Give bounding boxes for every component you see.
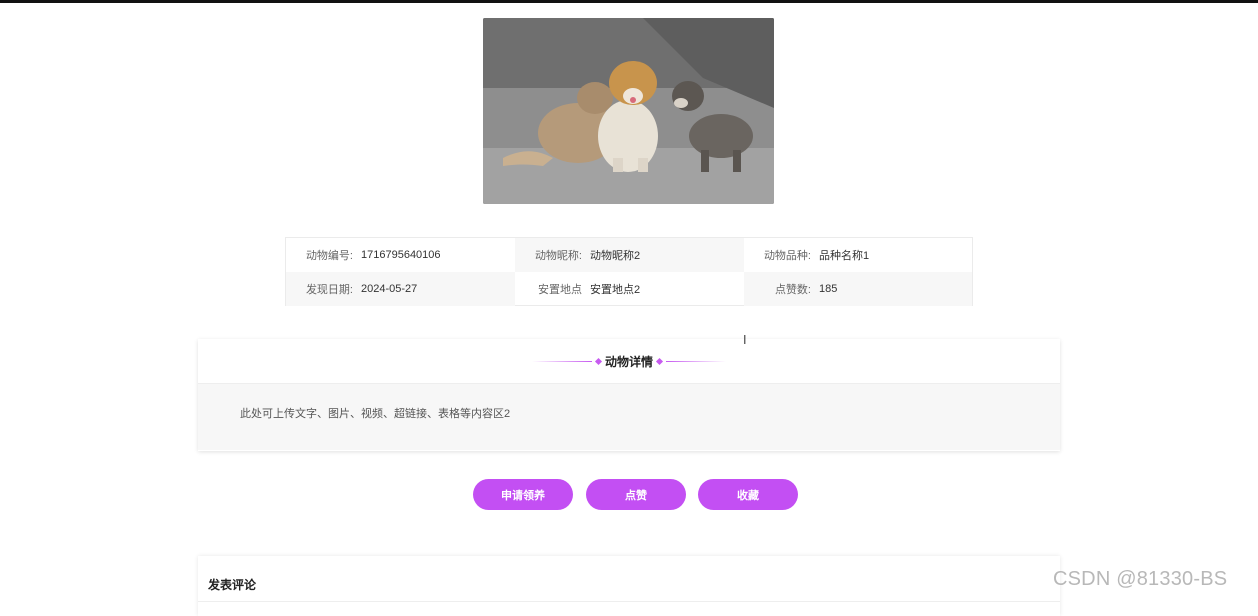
title-deco-line-left xyxy=(531,360,592,362)
info-nickname: 动物昵称: 动物昵称2 xyxy=(515,238,744,272)
info-found-date: 发现日期: 2024-05-27 xyxy=(286,272,515,306)
comment-panel: 发表评论 xyxy=(198,556,1060,616)
info-place-label: 安置地点 xyxy=(538,284,582,296)
apply-adopt-button[interactable]: 申请领养 xyxy=(473,479,573,510)
detail-header: 动物详情 xyxy=(198,339,1060,384)
detail-title: 动物详情 xyxy=(604,354,653,369)
info-likes: 点赞数: 185 xyxy=(744,272,972,306)
info-likes-value: 185 xyxy=(819,283,838,295)
animal-detail-panel: 动物详情 此处可上传文字、图片、视频、超链接、表格等内容区2 xyxy=(198,339,1060,451)
top-border xyxy=(0,0,1258,3)
info-breed-value: 品种名称1 xyxy=(819,250,870,262)
detail-content: 此处可上传文字、图片、视频、超链接、表格等内容区2 xyxy=(198,384,1060,450)
info-nickname-label: 动物昵称: xyxy=(534,250,582,262)
animal-photo xyxy=(483,18,774,204)
animal-info-table: 动物编号: 1716795640106 动物昵称: 动物昵称2 动物品种: 品种… xyxy=(285,237,973,306)
diamond-left-icon xyxy=(594,357,603,365)
info-number-value: 1716795640106 xyxy=(361,249,441,261)
info-number: 动物编号: 1716795640106 xyxy=(286,238,515,272)
info-place: 安置地点 安置地点2 xyxy=(515,272,744,306)
info-breed: 动物品种: 品种名称1 xyxy=(744,238,972,272)
watermark-text: CSDN @81330-BS xyxy=(1053,568,1228,590)
info-found-value: 2024-05-27 xyxy=(361,283,418,295)
info-found-label: 发现日期: xyxy=(305,284,353,296)
info-number-label: 动物编号: xyxy=(305,250,353,262)
comment-title: 发表评论 xyxy=(208,578,257,592)
info-breed-label: 动物品种: xyxy=(763,250,811,262)
favorite-button[interactable]: 收藏 xyxy=(698,479,798,510)
info-nickname-value: 动物昵称2 xyxy=(590,250,641,262)
title-deco-line-right xyxy=(666,360,726,362)
info-likes-label: 点赞数: xyxy=(774,284,811,296)
diamond-right-icon xyxy=(655,357,664,365)
like-button[interactable]: 点赞 xyxy=(586,479,686,510)
info-place-value: 安置地点2 xyxy=(590,284,641,296)
text-cursor-icon: I xyxy=(743,333,747,347)
